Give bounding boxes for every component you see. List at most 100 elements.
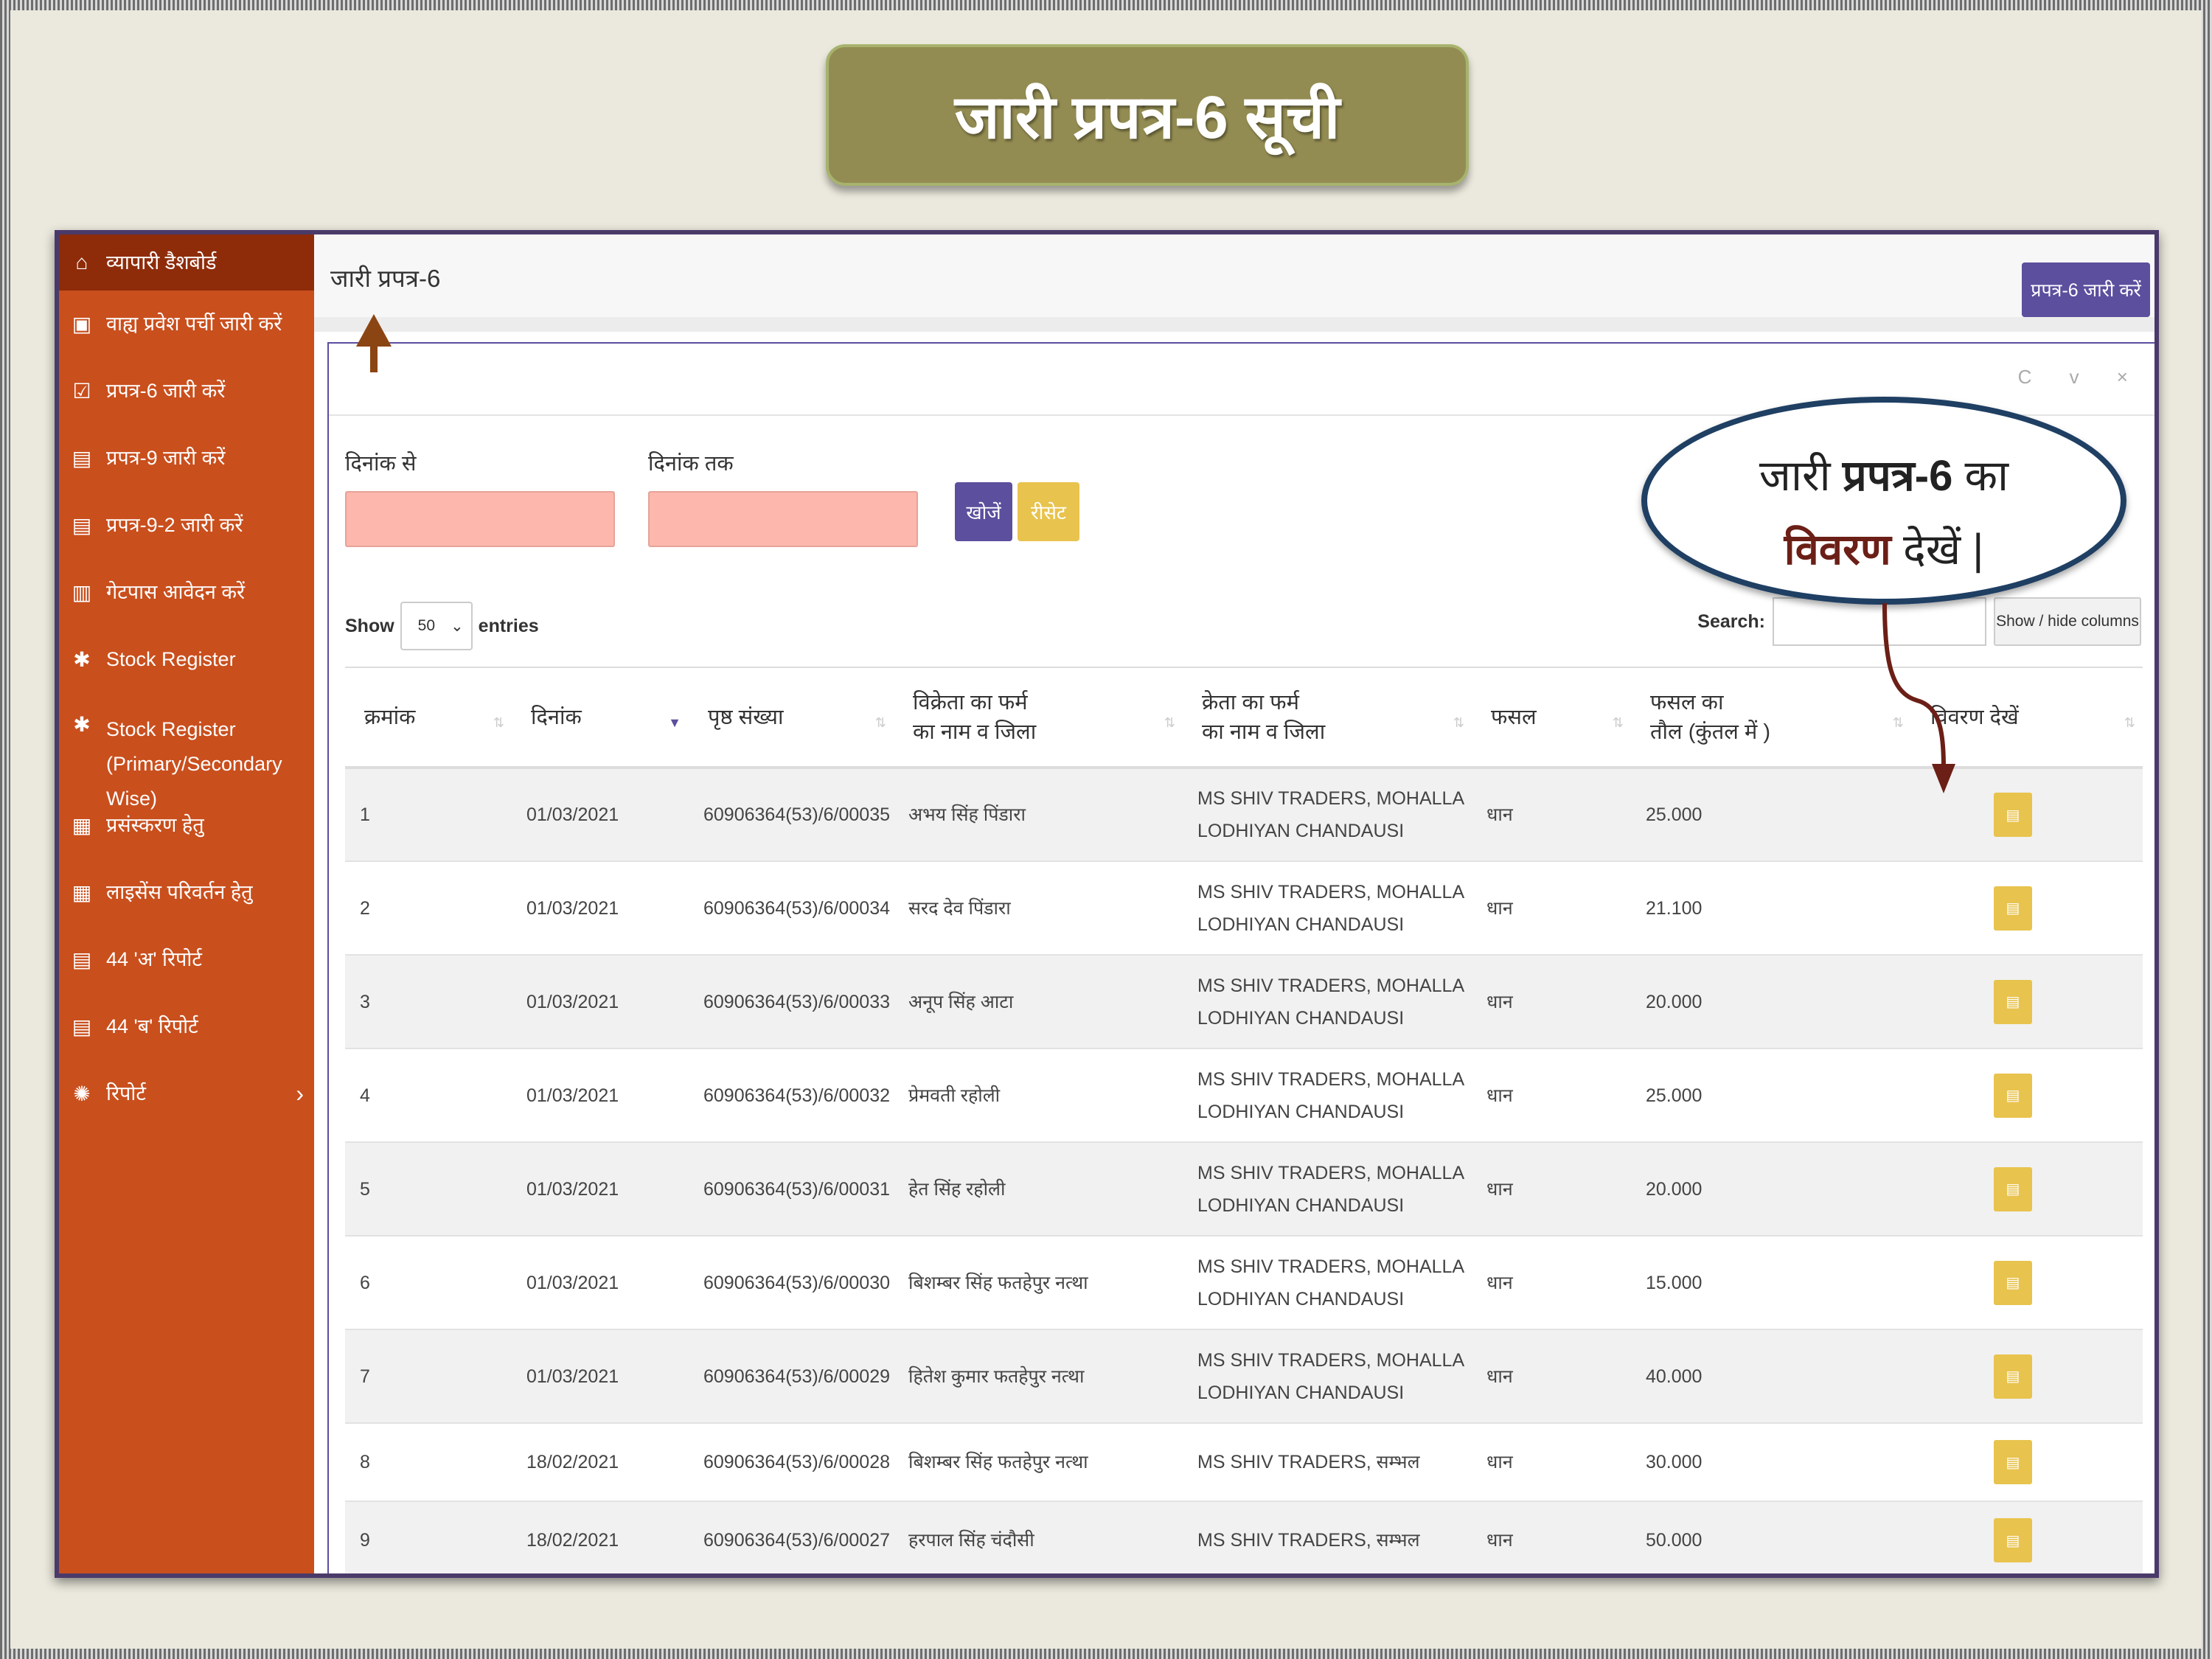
cell-date: 18/02/2021 xyxy=(512,1423,689,1502)
cell-buyer: MS SHIV TRADERS, MOHALLA LODHIYAN CHANDAU… xyxy=(1183,1142,1472,1237)
show-hide-columns-button[interactable]: Show / hide columns xyxy=(1994,597,2141,646)
buyer-line: LODHIYAN CHANDAUSI xyxy=(1197,1101,1405,1122)
table-row: 8 18/02/2021 60906364(53)/6/00028 बिशम्बर स… xyxy=(345,1423,2143,1502)
form6-table: क्रमांक ⇅ दिनांक ▼ पृष्ठ संख्या ⇅ विक्रेता का … xyxy=(345,667,2143,1573)
checkbox-icon: ☑ xyxy=(72,380,91,403)
sort-icon: ⇅ xyxy=(2124,715,2135,730)
gear-icon: ✺ xyxy=(73,1082,91,1105)
cell-date: 01/03/2021 xyxy=(512,1142,689,1237)
view-details-button[interactable]: ▤ xyxy=(1994,1440,2032,1484)
column-header[interactable]: दिनांक ▼ xyxy=(512,667,689,769)
sidebar-item-label: प्रपत्र-9 जारी करें xyxy=(106,447,226,469)
sidebar-item[interactable]: ▣ वाह्य प्रवेश पर्ची जारी करें xyxy=(59,291,314,358)
sidebar-item[interactable]: ✱ Stock Register (Primary/Secondary Wise) xyxy=(59,693,314,810)
cell-crop: धान xyxy=(1472,955,1631,1049)
column-header[interactable]: फसल का तौल (कुंतल में ) ⇅ xyxy=(1631,667,1911,769)
cell-weight: 30.000 xyxy=(1631,1423,1911,1502)
column-header[interactable]: विवरण देखें ⇅ xyxy=(1911,667,2143,769)
sidebar-item[interactable]: ▤ 44 'ब' रिपोर्ट xyxy=(59,993,314,1060)
buyer-line: LODHIYAN CHANDAUSI xyxy=(1197,1382,1405,1403)
table-row: 4 01/03/2021 60906364(53)/6/00032 प्रेमवती … xyxy=(345,1048,2143,1143)
file-icon: ▤ xyxy=(72,948,92,971)
pdf-icon: ▤ xyxy=(2006,1532,2020,1549)
view-details-button[interactable]: ▤ xyxy=(1994,1166,2032,1211)
cell-weight: 21.100 xyxy=(1631,861,1911,956)
buyer-line: MS SHIV TRADERS, MOHALLA xyxy=(1197,881,1465,902)
buyer-line: LODHIYAN CHANDAUSI xyxy=(1197,1288,1405,1310)
sidebar-item-label: 44 'ब' रिपोर्ट xyxy=(106,1015,198,1037)
file-icon: ▤ xyxy=(72,447,92,470)
sidebar-item[interactable]: ▥ गेटपास आवेदन करें xyxy=(59,559,314,626)
view-details-button[interactable]: ▤ xyxy=(1994,1518,2032,1562)
column-header-label: दिनांक xyxy=(531,705,582,729)
column-header[interactable]: क्रेता का फर्म का नाम व जिला ⇅ xyxy=(1183,667,1472,769)
page-size-control: Show 50 ⌄ entries xyxy=(345,602,539,650)
sidebar-item[interactable]: ✱ Stock Register xyxy=(59,626,314,693)
table-row: 3 01/03/2021 60906364(53)/6/00033 अनूप सिंह… xyxy=(345,955,2143,1049)
cell-seller: सरद देव पिंडारा xyxy=(894,861,1183,956)
show-label: Show xyxy=(345,615,394,636)
sidebar-item[interactable]: ☑ प्रपत्र-6 जारी करें xyxy=(59,358,314,425)
table-row: 6 01/03/2021 60906364(53)/6/00030 बिशम्बर स… xyxy=(345,1236,2143,1330)
column-header-label: फसल का xyxy=(1650,690,1724,714)
search-button[interactable]: खोजें xyxy=(955,482,1012,541)
column-header-label: पृष्ठ संख्या xyxy=(708,705,784,729)
view-details-button[interactable]: ▤ xyxy=(1994,1260,2032,1305)
slide-title-box: जारी प्रपत्र-6 सूची xyxy=(826,44,1469,186)
view-details-button[interactable]: ▤ xyxy=(1994,886,2032,931)
column-header[interactable]: पृष्ठ संख्या ⇅ xyxy=(689,667,894,769)
issue-form6-button[interactable]: प्रपत्र-6 जारी करें xyxy=(2022,262,2150,317)
cell-weight: 20.000 xyxy=(1631,955,1911,1049)
page-size-select[interactable]: 50 ⌄ xyxy=(400,602,473,650)
sidebar-item-label: रिपोर्ट xyxy=(106,1082,146,1105)
cell-weight: 25.000 xyxy=(1631,1048,1911,1143)
buyer-line: LODHIYAN CHANDAUSI xyxy=(1197,821,1405,841)
view-details-button[interactable]: ▤ xyxy=(1994,979,2032,1024)
cell-date: 01/03/2021 xyxy=(512,955,689,1049)
cell-sno: 6 xyxy=(345,1236,512,1330)
cell-crop: धान xyxy=(1472,1329,1631,1424)
sidebar-item-label: Stock Register xyxy=(106,648,236,670)
sort-icon: ⇅ xyxy=(874,715,886,730)
sidebar-item[interactable]: ▤ 44 'अ' रिपोर्ट xyxy=(59,926,314,993)
sidebar-item-label: Stock Register (Primary/Secondary Wise) xyxy=(106,718,282,810)
slide-title: जारी प्रपत्र-6 सूची xyxy=(954,84,1340,151)
cell-page: 60906364(53)/6/00028 xyxy=(689,1423,894,1502)
reset-button[interactable]: रीसेट xyxy=(1018,482,1079,541)
sidebar-item[interactable]: ⌂ व्यापारी डैशबोर्ड xyxy=(59,234,314,291)
cell-date: 01/03/2021 xyxy=(512,1236,689,1330)
column-header-label: का नाम व जिला xyxy=(913,720,1037,744)
column-header[interactable]: विक्रेता का फर्म का नाम व जिला ⇅ xyxy=(894,667,1183,769)
table-row: 1 01/03/2021 60906364(53)/6/00035 अभय सिंह … xyxy=(345,768,2143,862)
table-row: 9 18/02/2021 60906364(53)/6/00027 हरपाल सिं… xyxy=(345,1501,2143,1573)
sidebar-item[interactable]: ✺ रिपोर्ट › xyxy=(59,1060,314,1127)
view-details-button[interactable]: ▤ xyxy=(1994,793,2032,837)
column-header[interactable]: फसल ⇅ xyxy=(1472,667,1631,769)
cell-sno: 7 xyxy=(345,1329,512,1424)
view-details-button[interactable]: ▤ xyxy=(1994,1354,2032,1399)
buyer-line: MS SHIV TRADERS, MOHALLA xyxy=(1197,788,1465,809)
sidebar-item[interactable]: ▦ लाइसेंस परिवर्तन हेतु xyxy=(59,859,314,926)
column-header[interactable]: क्रमांक ⇅ xyxy=(345,667,512,769)
cell-page: 60906364(53)/6/00030 xyxy=(689,1236,894,1330)
view-details-button[interactable]: ▤ xyxy=(1994,1073,2032,1118)
pdf-icon: ▤ xyxy=(2006,1368,2020,1385)
cell-weight: 20.000 xyxy=(1631,1142,1911,1237)
topbar: जारी प्रपत्र-6 प्रपत्र-6 जारी करें xyxy=(314,234,2154,332)
table-search: Search: Show / hide columns xyxy=(1697,597,2141,646)
cell-date: 01/03/2021 xyxy=(512,768,689,862)
snowflake-icon: ✱ xyxy=(73,713,91,736)
to-date-input[interactable] xyxy=(648,491,918,547)
from-date-input[interactable] xyxy=(345,491,615,547)
cell-seller: अभय सिंह पिंडारा xyxy=(894,768,1183,862)
sidebar-item[interactable]: ▤ प्रपत्र-9-2 जारी करें xyxy=(59,492,314,559)
buyer-line: LODHIYAN CHANDAUSI xyxy=(1197,1007,1405,1029)
cell-weight: 50.000 xyxy=(1631,1501,1911,1573)
table-row: 5 01/03/2021 60906364(53)/6/00031 हेत सिंह … xyxy=(345,1142,2143,1237)
cell-weight: 40.000 xyxy=(1631,1329,1911,1424)
cell-date: 01/03/2021 xyxy=(512,861,689,956)
column-header-label: विक्रेता का फर्म xyxy=(913,690,1028,714)
cell-page: 60906364(53)/6/00033 xyxy=(689,955,894,1049)
sidebar-item[interactable]: ▤ प्रपत्र-9 जारी करें xyxy=(59,425,314,492)
panel-tools[interactable]: C v × xyxy=(2018,366,2144,389)
